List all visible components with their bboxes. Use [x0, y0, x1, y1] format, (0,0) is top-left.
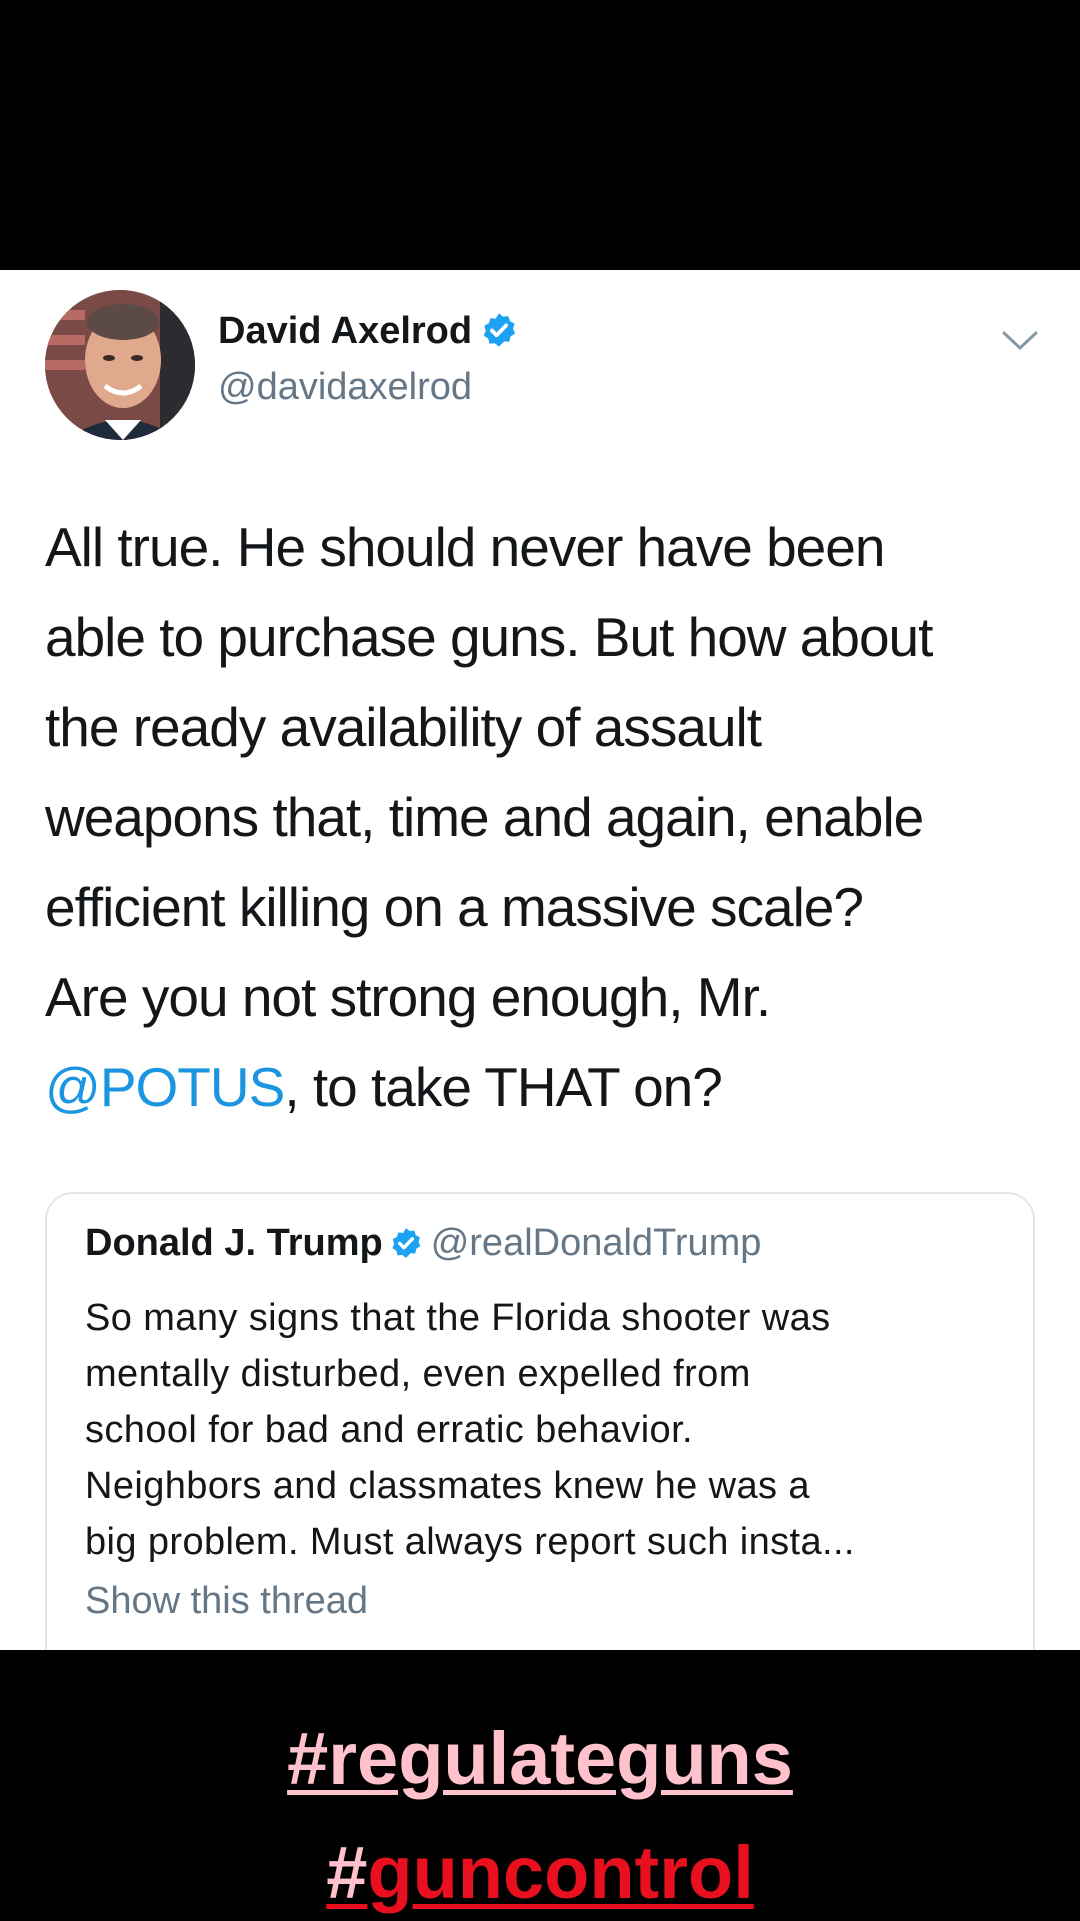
tweet-text-line: All true. He should never have been — [45, 516, 885, 578]
quoted-tweet-text: So many signs that the Florida shooter w… — [85, 1290, 1015, 1570]
quoted-text-line: So many signs that the Florida shooter w… — [85, 1297, 831, 1339]
tweet-text-tail: , to take THAT on? — [284, 1056, 723, 1118]
hashtag-word: guncontrol — [367, 1831, 754, 1914]
tweet-text-line: able to purchase guns. But how about — [45, 606, 933, 668]
quoted-text-line: big problem. Must always report such ins… — [85, 1521, 855, 1563]
hashtag-guncontrol: #guncontrol — [0, 1830, 1080, 1915]
hashtag-regulateguns: #regulateguns — [287, 1717, 793, 1800]
hashtag-symbol: # — [326, 1831, 368, 1914]
quoted-text-line: school for bad and erratic behavior. — [85, 1409, 693, 1451]
quoted-author-name: Donald J. Trump — [85, 1222, 383, 1264]
chevron-down-icon[interactable] — [1000, 328, 1040, 354]
author-name-text: David Axelrod — [218, 310, 473, 352]
quoted-tweet-header: Donald J. Trump @realDonaldTrump — [85, 1222, 761, 1265]
quoted-tweet[interactable]: Donald J. Trump @realDonaldTrump So many… — [45, 1192, 1035, 1650]
tweet-text-line: the ready availability of assault — [45, 696, 762, 758]
quoted-author-handle: @realDonaldTrump — [430, 1222, 762, 1264]
tweet-text-line: Are you not strong enough, Mr. — [45, 966, 771, 1028]
quoted-text-line: mentally disturbed, even expelled from — [85, 1353, 751, 1395]
author-avatar[interactable] — [45, 290, 195, 440]
quoted-text-line: Neighbors and classmates knew he was a — [85, 1465, 810, 1507]
tweet-text-line: efficient killing on a massive scale? — [45, 876, 864, 938]
screenshot: David Axelrod @davidaxelrod All true. He… — [0, 0, 1080, 1921]
verified-badge-icon — [392, 1228, 421, 1258]
profile-photo-icon — [45, 290, 195, 440]
author-handle[interactable]: @davidaxelrod — [218, 366, 472, 409]
tweet-text-line: @POTUS, to take THAT on? — [45, 1042, 1045, 1132]
verified-badge-icon — [483, 313, 516, 347]
author-name[interactable]: David Axelrod — [218, 310, 518, 353]
tweet-text-line: weapons that, time and again, enable — [45, 786, 924, 848]
tweet-text: All true. He should never have been able… — [45, 502, 1045, 1132]
tweet-card[interactable]: David Axelrod @davidaxelrod All true. He… — [0, 270, 1080, 1650]
show-thread-link[interactable]: Show this thread — [85, 1580, 368, 1623]
mention-link[interactable]: @POTUS — [45, 1056, 285, 1118]
